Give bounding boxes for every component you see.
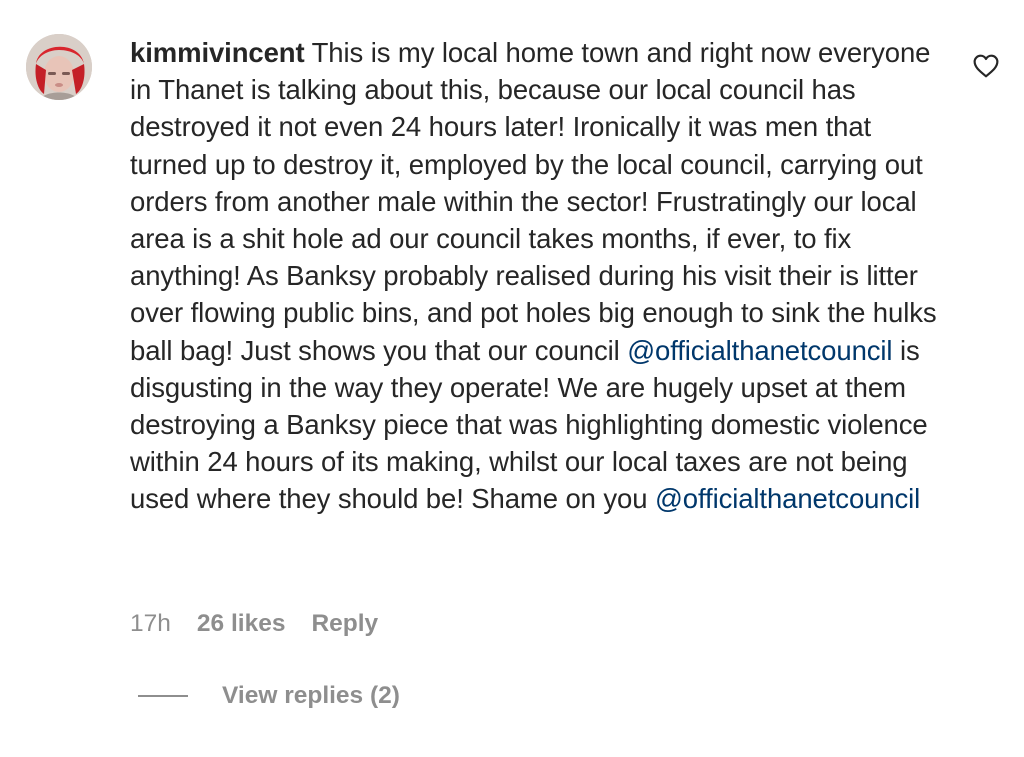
- reply-button[interactable]: Reply: [311, 610, 378, 638]
- heart-outline-icon[interactable]: [973, 54, 999, 78]
- comment-timestamp: 17h: [130, 610, 171, 637]
- replies-divider-line: [138, 695, 188, 697]
- comment-username[interactable]: kimmivincent: [130, 37, 305, 68]
- comment-text: kimmivincent This is my local home town …: [130, 34, 945, 518]
- avatar-image: [26, 34, 92, 100]
- comment-text-part-1: This is my local home town and right now…: [130, 37, 937, 366]
- likes-count-button[interactable]: 26 likes: [197, 610, 286, 638]
- mention-link-2[interactable]: @officialthanetcouncil: [655, 483, 920, 514]
- comment-meta: 17h 26 likes Reply: [130, 610, 378, 638]
- view-replies-label: View replies (2): [222, 682, 400, 709]
- comment: kimmivincent This is my local home town …: [0, 0, 1024, 757]
- view-replies-button[interactable]: View replies (2): [138, 682, 400, 710]
- avatar[interactable]: [26, 34, 92, 100]
- mention-link-1[interactable]: @officialthanetcouncil: [627, 335, 892, 366]
